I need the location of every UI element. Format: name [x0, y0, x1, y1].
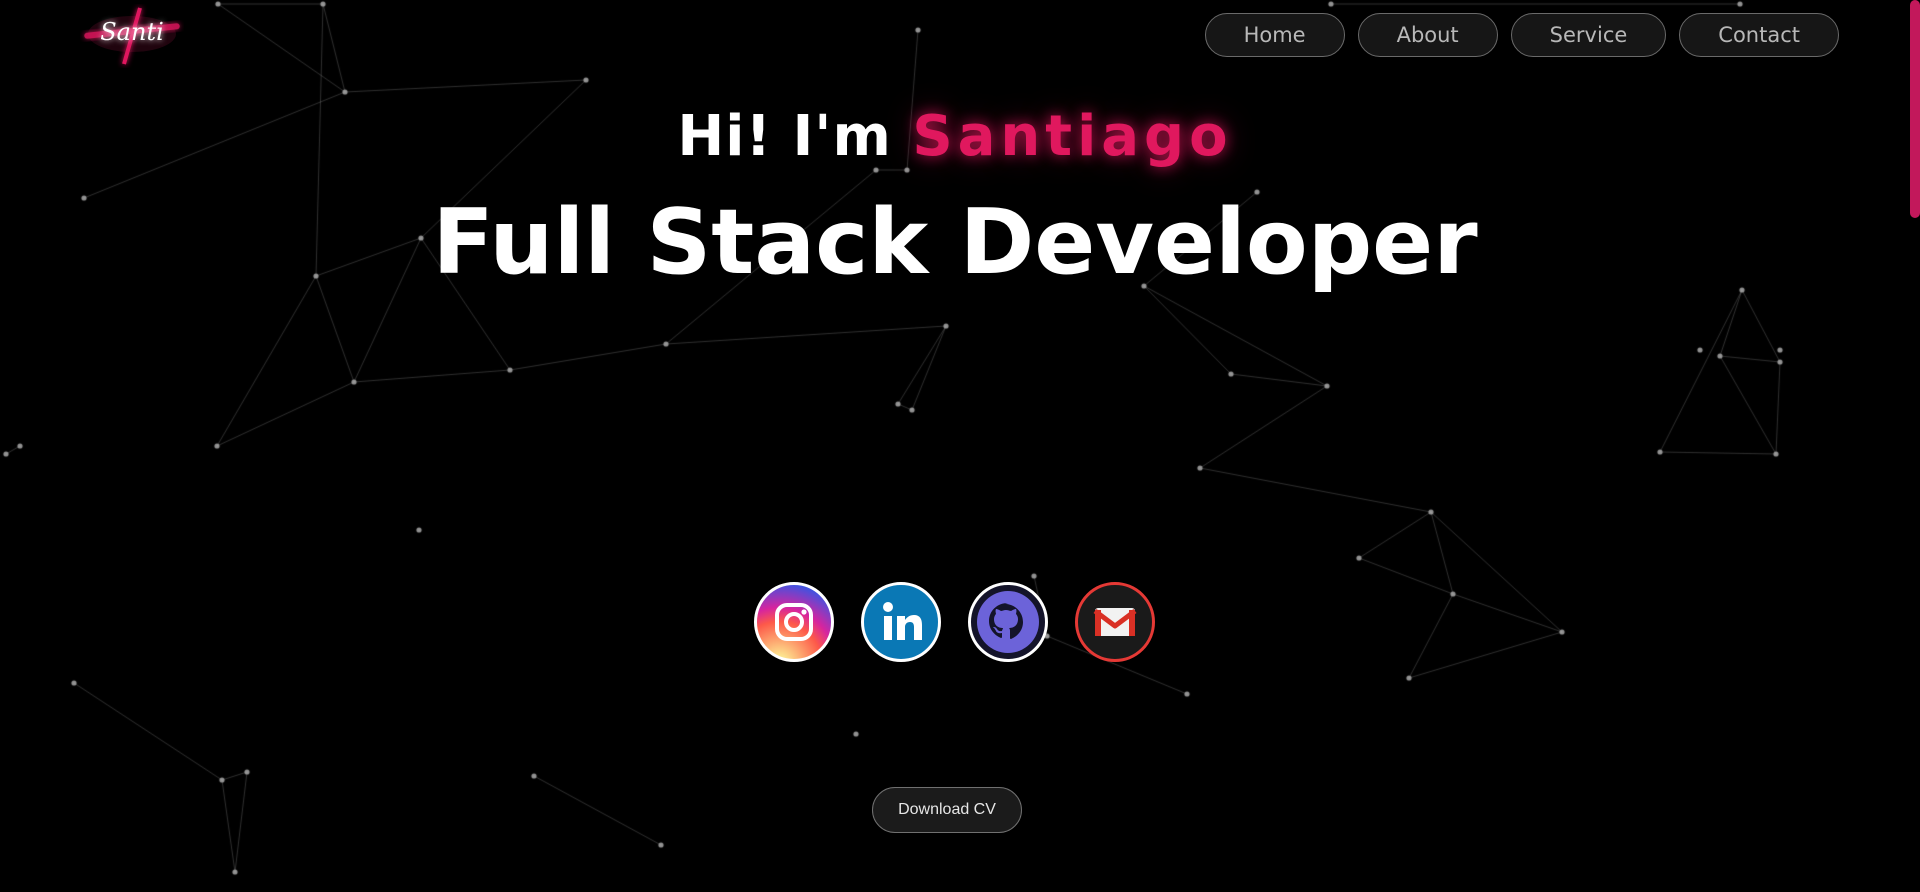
gmail-link[interactable]	[1075, 582, 1155, 662]
logo-text: Santi	[100, 18, 164, 46]
github-icon	[977, 591, 1039, 653]
nav-home-button[interactable]: Home	[1204, 13, 1345, 57]
social-links	[754, 582, 1155, 662]
hero-greeting: Hi! I'm Santiago	[0, 104, 1910, 169]
site-logo[interactable]: Santi	[80, 4, 184, 68]
linkedin-icon	[883, 602, 922, 640]
main-nav: Home About Service Contact	[1204, 13, 1839, 57]
instagram-icon	[775, 603, 813, 641]
hero-name: Santiago	[912, 104, 1233, 169]
hero-title: Full Stack Developer	[432, 190, 1478, 295]
scrollbar-thumb[interactable]	[1910, 0, 1920, 218]
page-scrollbar[interactable]	[1908, 0, 1920, 892]
neon-logo-icon: Santi	[84, 7, 180, 65]
nav-contact-button[interactable]: Contact	[1679, 13, 1839, 57]
download-cv-button[interactable]: Download CV	[872, 787, 1022, 833]
nav-about-button[interactable]: About	[1357, 13, 1498, 57]
gmail-icon	[1093, 608, 1137, 636]
nav-service-button[interactable]: Service	[1510, 13, 1667, 57]
instagram-link[interactable]	[754, 582, 834, 662]
github-link[interactable]	[968, 582, 1048, 662]
page: Santi Home About Service Contact Hi! I'm…	[0, 0, 1920, 892]
linkedin-link[interactable]	[861, 582, 941, 662]
greeting-text: Hi! I'm	[677, 104, 892, 169]
